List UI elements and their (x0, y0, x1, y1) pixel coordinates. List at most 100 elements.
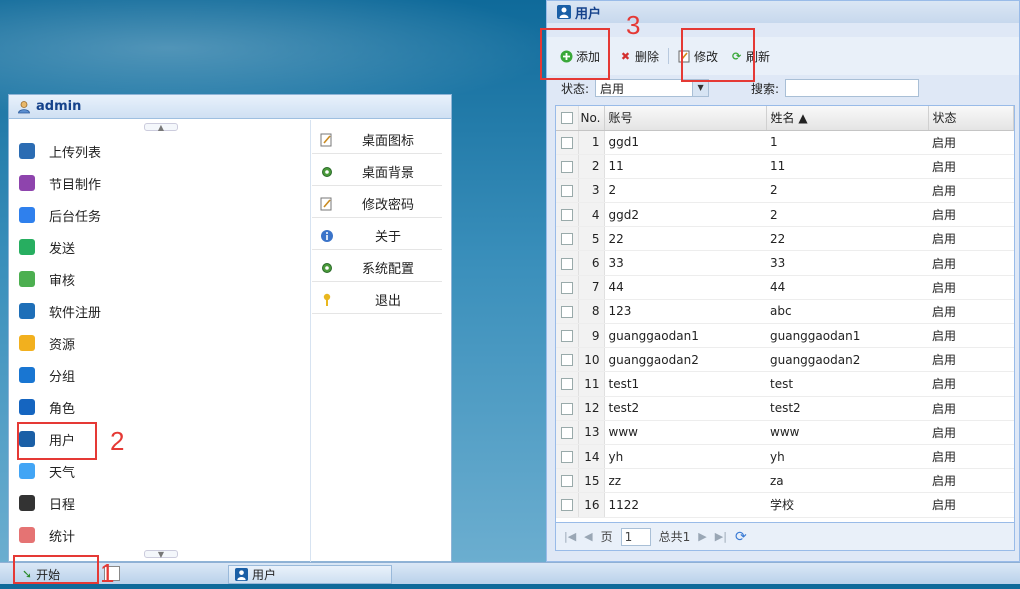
row-checkbox[interactable] (561, 233, 573, 246)
settings-menu-item[interactable]: 桌面图标 (312, 126, 442, 154)
row-checkbox-cell[interactable] (556, 323, 579, 349)
row-checkbox[interactable] (561, 184, 573, 197)
scroll-up-arrow[interactable]: ▲ (144, 123, 178, 132)
row-checkbox[interactable] (561, 281, 573, 294)
row-checkbox-cell[interactable] (556, 492, 579, 518)
cell-account: 123 (604, 299, 766, 325)
row-checkbox[interactable] (561, 354, 573, 367)
start-menu-item[interactable]: 审核 (11, 264, 305, 294)
table-row[interactable]: 13 www www 启用 (556, 420, 1014, 445)
row-checkbox-cell[interactable] (556, 275, 579, 300)
settings-menu-item[interactable]: 桌面背景 (312, 158, 442, 186)
delete-label: 删除 (635, 49, 660, 64)
start-menu-item[interactable]: 资源 (11, 328, 305, 358)
table-row[interactable]: 10 guanggaodan2 guanggaodan2 启用 (556, 347, 1014, 373)
page-input[interactable]: 1 (620, 527, 651, 546)
start-menu-item[interactable]: 统计 (11, 520, 305, 550)
start-menu-item[interactable]: 分组 (11, 360, 305, 390)
program-icon (19, 175, 35, 191)
start-menu-item[interactable]: 天气 (11, 456, 305, 486)
last-page-icon[interactable]: ▶| (715, 530, 727, 543)
table-row[interactable]: 15 zz za 启用 (556, 468, 1014, 494)
row-checkbox-cell[interactable] (556, 299, 579, 325)
cell-account: ggd2 (604, 202, 766, 228)
row-checkbox-cell[interactable] (556, 130, 579, 155)
table-row[interactable]: 11 test1 test 启用 (556, 371, 1014, 397)
header-name[interactable]: 姓名 ▲ (766, 106, 929, 131)
start-menu-settings-list: 桌面图标桌面背景修改密码关于系统配置退出 (312, 120, 451, 562)
settings-menu-item[interactable]: 退出 (312, 286, 442, 314)
prev-page-icon[interactable]: ◀ (584, 530, 592, 543)
settings-menu-item-label: 修改密码 (361, 198, 414, 213)
table-row[interactable]: 5 22 22 启用 (556, 226, 1014, 252)
row-checkbox[interactable] (561, 451, 573, 464)
select-all-checkbox-cell[interactable] (556, 106, 579, 131)
row-checkbox-cell[interactable] (556, 250, 579, 276)
settings-menu-item-label: 系统配置 (361, 262, 414, 277)
total-pages: 总共1 (658, 530, 691, 544)
table-row[interactable]: 2 11 11 启用 (556, 154, 1014, 179)
row-checkbox[interactable] (561, 378, 573, 391)
row-checkbox-cell[interactable] (556, 468, 579, 494)
row-checkbox[interactable] (561, 257, 573, 270)
cell-no: 3 (578, 178, 605, 204)
header-status[interactable]: 状态 (928, 106, 1014, 131)
settings-menu-item[interactable]: 关于 (312, 222, 442, 250)
table-row[interactable]: 6 33 33 启用 (556, 250, 1014, 276)
table-row[interactable]: 7 44 44 启用 (556, 275, 1014, 300)
table-row[interactable]: 1 ggd1 1 启用 (556, 130, 1014, 155)
row-checkbox-cell[interactable] (556, 444, 579, 470)
scroll-down-arrow[interactable]: ▼ (144, 550, 178, 559)
start-menu-item[interactable]: 日程 (11, 488, 305, 518)
row-checkbox[interactable] (561, 136, 573, 149)
table-row[interactable]: 8 123 abc 启用 (556, 299, 1014, 325)
start-menu-item[interactable]: 后台任务 (11, 200, 305, 230)
send-icon (19, 239, 35, 255)
table-row[interactable]: 3 2 2 启用 (556, 178, 1014, 204)
first-page-icon[interactable]: |◀ (564, 530, 576, 543)
row-checkbox-cell[interactable] (556, 178, 579, 204)
next-page-icon[interactable]: ▶ (698, 530, 706, 543)
row-checkbox[interactable] (561, 475, 573, 488)
start-menu-item[interactable]: 角色 (11, 392, 305, 422)
stats-icon (19, 527, 35, 543)
refresh-icon[interactable]: ⟳ (735, 529, 747, 545)
start-menu-item[interactable]: 软件注册 (11, 296, 305, 326)
row-checkbox-cell[interactable] (556, 371, 579, 397)
row-checkbox-cell[interactable] (556, 347, 579, 373)
select-all-checkbox[interactable] (561, 112, 573, 125)
row-checkbox[interactable] (561, 402, 573, 415)
cell-no: 12 (578, 396, 605, 421)
row-checkbox[interactable] (561, 305, 573, 318)
search-input[interactable] (785, 79, 920, 97)
row-checkbox-cell[interactable] (556, 396, 579, 421)
table-row[interactable]: 14 yh yh 启用 (556, 444, 1014, 470)
row-checkbox[interactable] (561, 160, 573, 173)
row-checkbox-cell[interactable] (556, 420, 579, 445)
row-checkbox[interactable] (561, 330, 573, 343)
header-account[interactable]: 账号 (604, 106, 767, 131)
table-row[interactable]: 12 test2 test2 启用 (556, 396, 1014, 421)
table-row[interactable]: 4 ggd2 2 启用 (556, 202, 1014, 228)
cell-name: 2 (766, 202, 928, 228)
settings-menu-item[interactable]: 系统配置 (312, 254, 442, 282)
start-menu-item[interactable]: 发送 (11, 232, 305, 262)
status-filter-label: 状态: (561, 81, 590, 96)
row-checkbox[interactable] (561, 426, 573, 439)
window-titlebar[interactable]: 用户 (547, 1, 1019, 23)
chevron-down-icon[interactable]: ▼ (692, 80, 709, 96)
start-menu-item[interactable]: 节目制作 (11, 168, 305, 198)
table-row[interactable]: 16 1122 学校 启用 (556, 492, 1014, 518)
start-menu-item[interactable]: 上传列表 (11, 136, 305, 166)
row-checkbox[interactable] (561, 499, 573, 512)
taskbar-item-user[interactable]: 用户 (228, 565, 392, 584)
cell-account: test1 (604, 371, 766, 397)
delete-button[interactable]: ✖ 删除 (616, 46, 662, 67)
settings-menu-item[interactable]: 修改密码 (312, 190, 442, 218)
row-checkbox[interactable] (561, 209, 573, 222)
table-row[interactable]: 9 guanggaodan1 guanggaodan1 启用 (556, 323, 1014, 349)
row-checkbox-cell[interactable] (556, 226, 579, 252)
row-checkbox-cell[interactable] (556, 202, 579, 228)
row-checkbox-cell[interactable] (556, 154, 579, 179)
weather-icon (19, 463, 35, 479)
